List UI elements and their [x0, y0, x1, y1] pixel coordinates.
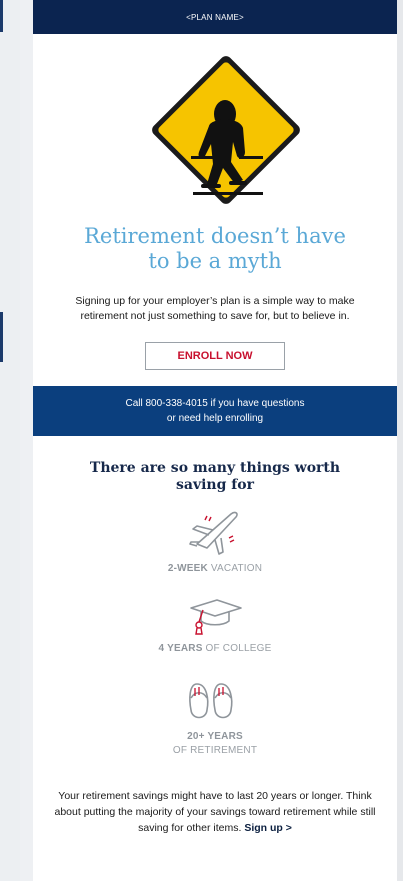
email-preview: <PLAN NAME> Retirement doesn’t have to b… [33, 0, 397, 881]
left-panel [0, 0, 20, 881]
vacation-label-rest: VACATION [210, 563, 263, 574]
bigfoot-crossing-sign-icon [152, 56, 300, 204]
hero-image [33, 34, 397, 224]
saving-title-line-2: saving for [176, 477, 254, 493]
vacation-label-strong: 2-WEEK [167, 563, 208, 574]
saving-item-retirement: 20+ YEARS OF RETIREMENT [33, 676, 397, 758]
call-line-2: or need help enrolling [166, 413, 264, 424]
closing-body: Your retirement savings might have to la… [54, 790, 376, 834]
plan-name-bar: <PLAN NAME> [33, 0, 397, 34]
graduation-cap-icon [190, 599, 242, 635]
plan-name: <PLAN NAME> [186, 12, 244, 22]
retirement-label-strong: 20+ YEARS [187, 731, 243, 742]
saving-item-college: 4 YEARS OF COLLEGE [33, 596, 397, 656]
slippers-icon [189, 683, 233, 719]
closing-text: Your retirement savings might have to la… [51, 788, 379, 836]
enroll-now-button[interactable]: ENROLL NOW [145, 342, 285, 370]
intro-text: Signing up for your employer’s plan is a… [75, 295, 355, 322]
panel-marker [0, 312, 3, 362]
college-label-rest: OF COLLEGE [205, 643, 272, 654]
retirement-label: 20+ YEARS OF RETIREMENT [33, 730, 397, 758]
panel-marker [0, 0, 3, 32]
airplane-icon [189, 511, 238, 555]
phone-help-banner: Call 800-338-4015 if you have questions … [33, 386, 397, 436]
retirement-label-rest: OF RETIREMENT [172, 745, 258, 756]
saving-title-line-1: There are so many things worth [89, 460, 341, 476]
sign-up-link[interactable]: Sign up > [244, 822, 292, 834]
call-line-1: Call 800-338-4015 if you have questions [125, 398, 305, 409]
saving-item-vacation: 2-WEEK VACATION [33, 504, 397, 576]
college-label: 4 YEARS OF COLLEGE [33, 642, 397, 656]
vacation-label: 2-WEEK VACATION [33, 562, 397, 576]
headline-line-1: Retirement doesn’t have [84, 224, 346, 248]
headline-line-2: to be a myth [148, 249, 282, 273]
hero-headline: Retirement doesn’t have to be a myth [33, 224, 397, 274]
scrollbar-track[interactable] [397, 0, 403, 881]
saving-section-title: There are so many things worth saving fo… [63, 460, 367, 494]
college-label-strong: 4 YEARS [158, 643, 203, 654]
